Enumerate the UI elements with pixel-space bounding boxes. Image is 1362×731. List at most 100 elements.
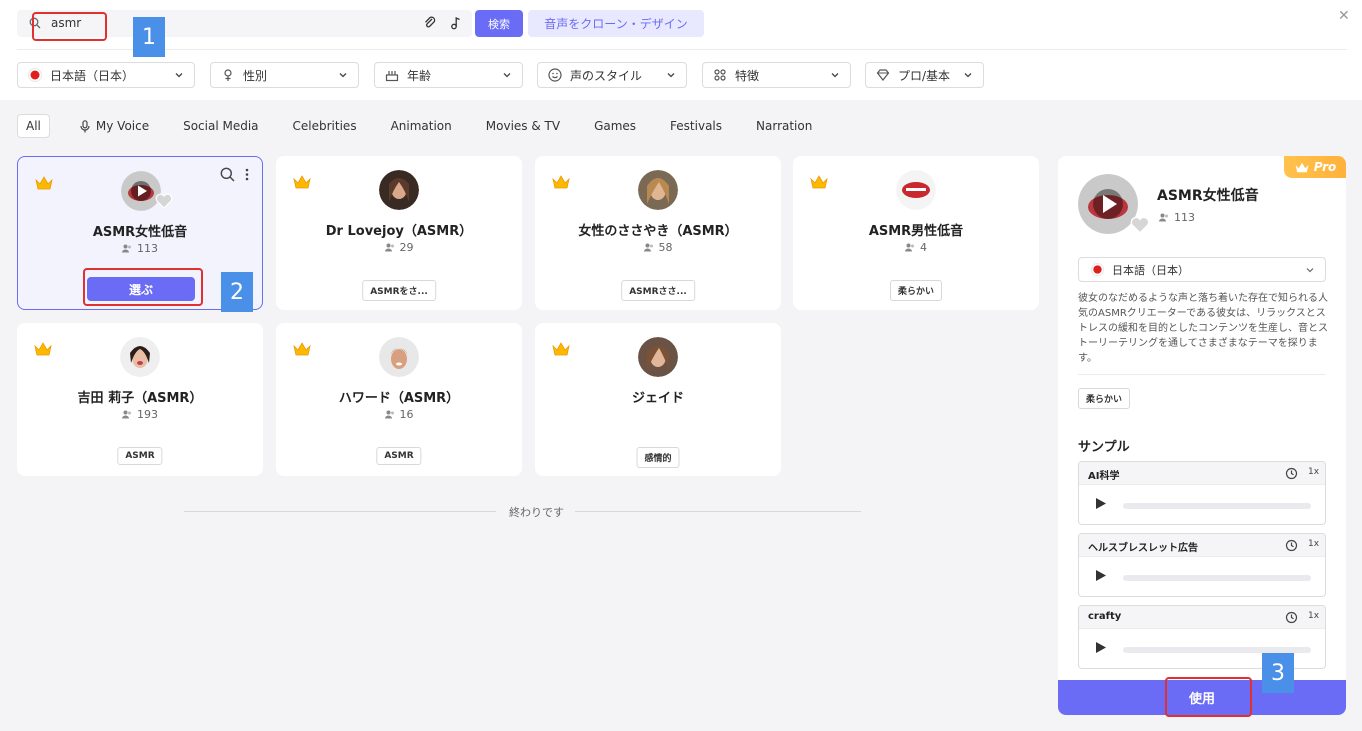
voice-card[interactable]: ASMR男性低音 4 柔らかい: [793, 156, 1039, 310]
diamond-icon: [876, 68, 890, 82]
voice-tag: ASMRをさ...: [362, 280, 436, 301]
voice-tag: 感情的: [636, 447, 680, 468]
feature-icon: [713, 68, 727, 82]
avatar[interactable]: [379, 170, 419, 210]
avatar[interactable]: [638, 170, 678, 210]
audio-progress-bar[interactable]: [1123, 503, 1311, 509]
count-value: 58: [658, 241, 673, 254]
voice-detail-panel: Pro ASMR女性低音 113 日本語（日本） 彼女のなだめるような声と落ち着…: [1058, 156, 1346, 715]
filter-label: 日本語（日本）: [50, 68, 135, 83]
speed-control[interactable]: 1x: [1308, 467, 1319, 477]
speed-control[interactable]: 1x: [1308, 611, 1319, 621]
tab-movies-tv[interactable]: Movies & TV: [486, 119, 560, 133]
gender-filter[interactable]: 性別: [210, 62, 359, 88]
avatar[interactable]: [1078, 174, 1138, 234]
history-icon[interactable]: [1285, 467, 1298, 480]
age-filter[interactable]: 年齢: [374, 62, 523, 88]
voice-name: ASMR男性低音: [868, 224, 964, 239]
sample-item: AI科学 1x: [1078, 461, 1326, 525]
top-bar: asmr 検索 音声をクローン・デザイン ✕ 日本語（日本） 性別 年齢 声のス…: [0, 0, 1362, 100]
filter-label: プロ/基本: [898, 68, 951, 83]
count-value: 113: [1174, 211, 1195, 224]
close-icon[interactable]: ✕: [1338, 8, 1350, 24]
language-label: 日本語（日本）: [1112, 263, 1189, 277]
voice-name: 女性のささやき（ASMR）: [578, 224, 738, 239]
tab-narration[interactable]: Narration: [756, 119, 812, 133]
chevron-down-icon: [503, 73, 511, 78]
chevron-down-icon: [1306, 268, 1314, 273]
flag-japan-icon: [1091, 263, 1104, 276]
divider: [184, 511, 496, 512]
avatar[interactable]: [379, 337, 419, 377]
tab-celebrities[interactable]: Celebrities: [293, 119, 357, 133]
search-icon[interactable]: [220, 167, 235, 182]
voice-card[interactable]: Dr Lovejoy（ASMR） 29 ASMRをさ...: [276, 156, 522, 310]
feature-filter[interactable]: 特徴: [702, 62, 851, 88]
more-options-icon[interactable]: [244, 167, 250, 182]
tab-label: My Voice: [95, 119, 150, 133]
speed-control[interactable]: 1x: [1308, 539, 1319, 549]
play-icon[interactable]: [1095, 641, 1107, 654]
age-icon: [385, 68, 399, 82]
count-value: 193: [137, 408, 158, 421]
count-value: 16: [399, 408, 414, 421]
user-count: 113: [1159, 211, 1195, 224]
voice-tag: ASMR: [117, 447, 163, 465]
voice-style-filter[interactable]: 声のスタイル: [537, 62, 687, 88]
user-count: 4: [793, 241, 1039, 254]
language-select[interactable]: 日本語（日本）: [1078, 257, 1326, 282]
crown-icon: [34, 342, 52, 356]
filter-label: 性別: [243, 68, 268, 83]
users-icon: [384, 410, 394, 419]
voice-name: Dr Lovejoy（ASMR）: [325, 224, 473, 239]
history-icon[interactable]: [1285, 611, 1298, 624]
search-button[interactable]: 検索: [475, 10, 523, 37]
play-icon[interactable]: [1095, 569, 1107, 582]
samples-heading: サンプル: [1078, 440, 1130, 455]
voice-card[interactable]: 吉田 莉子（ASMR） 193 ASMR: [17, 323, 263, 476]
user-count: 29: [276, 241, 522, 254]
users-icon: [122, 244, 131, 253]
pro-basic-filter[interactable]: プロ/基本: [865, 62, 984, 88]
avatar[interactable]: [120, 337, 160, 377]
play-icon[interactable]: [1095, 497, 1107, 510]
language-filter[interactable]: 日本語（日本）: [17, 62, 195, 88]
tab-my-voice[interactable]: My Voice: [80, 119, 149, 133]
voice-tag: ASMRささ...: [621, 280, 695, 301]
user-count: 193: [17, 408, 263, 421]
tab-animation[interactable]: Animation: [391, 119, 452, 133]
end-of-list-text: 終わりです: [509, 506, 564, 519]
chevron-down-icon: [175, 73, 183, 78]
tab-all[interactable]: All: [17, 114, 50, 138]
voice-name: ハワード（ASMR）: [338, 391, 460, 406]
user-count: 16: [276, 408, 522, 421]
user-count: 58: [535, 241, 781, 254]
heart-icon[interactable]: [155, 193, 173, 209]
pro-badge: Pro: [1284, 156, 1346, 178]
crown-icon: [293, 342, 311, 356]
voice-card[interactable]: ハワード（ASMR） 16 ASMR: [276, 323, 522, 476]
paperclip-icon[interactable]: [423, 16, 437, 30]
tab-festivals[interactable]: Festivals: [670, 119, 722, 133]
voice-name: ASMR女性低音: [92, 225, 188, 240]
chevron-down-icon: [831, 73, 839, 78]
filter-label: 年齢: [407, 68, 432, 83]
audio-progress-bar[interactable]: [1123, 575, 1311, 581]
heart-icon[interactable]: [1130, 216, 1150, 234]
tab-games[interactable]: Games: [594, 119, 636, 133]
annotation-number: 2: [221, 272, 253, 312]
music-note-icon[interactable]: [449, 16, 463, 30]
history-icon[interactable]: [1285, 539, 1298, 552]
category-tabs: All My Voice Social Media Celebrities An…: [17, 114, 846, 138]
clone-voice-button[interactable]: 音声をクローン・デザイン: [528, 10, 704, 37]
avatar[interactable]: [638, 337, 678, 377]
voice-card[interactable]: 女性のささやき（ASMR） 58 ASMRささ...: [535, 156, 781, 310]
count-value: 29: [399, 241, 414, 254]
tab-social-media[interactable]: Social Media: [183, 119, 258, 133]
chevron-down-icon: [667, 73, 675, 78]
chevron-down-icon: [964, 73, 972, 78]
annotation-highlight: [32, 12, 107, 41]
avatar[interactable]: [896, 170, 936, 210]
voice-card[interactable]: ジェイド 感情的: [535, 323, 781, 476]
sample-title: crafty: [1088, 611, 1122, 622]
